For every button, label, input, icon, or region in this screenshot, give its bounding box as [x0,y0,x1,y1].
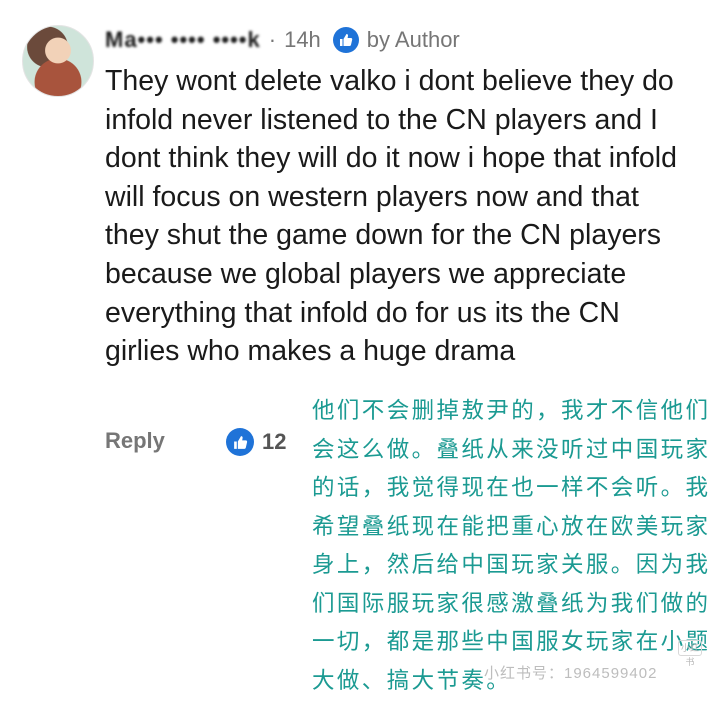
like-icon[interactable] [226,428,254,456]
watermark-id: 小红书号：1964599402 [484,665,658,682]
timestamp: 14h [284,27,321,52]
comment-meta: Ma••• •••• ••••k · 14h by Author [105,26,460,54]
avatar[interactable] [22,25,94,97]
reply-button[interactable]: Reply [105,428,165,454]
author-badge: by Author [366,27,460,52]
watermark-logo: 小红书 [678,640,702,667]
comment-text: They wont delete valko i dont believe th… [105,65,677,368]
like-count: 12 [262,429,287,454]
thumbs-up-icon [332,27,359,53]
chinese-translation: 他们不会删掉敖尹的，我才不信他们会这么做。叠纸从来没听过中国玩家的话，我觉得现在… [312,398,711,694]
separator-dot: · [268,27,277,52]
like-button[interactable]: 12 [226,428,286,456]
username[interactable]: Ma••• •••• ••••k [105,27,261,53]
